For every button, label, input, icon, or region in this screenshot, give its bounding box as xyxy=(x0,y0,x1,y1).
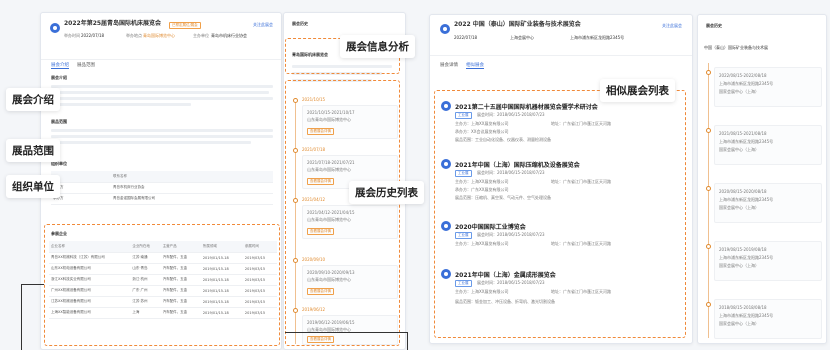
history-subheader: 中国（泰山）国际矿业装备与技术展 xyxy=(704,45,768,50)
history-venue: 上海市浦东新区龙阳路2345号 xyxy=(719,313,774,318)
org-role: 主办方 xyxy=(51,182,111,194)
callout-scope: 展品范围 xyxy=(6,139,60,162)
follow-link[interactable]: 关注此展会 xyxy=(253,22,273,28)
tab-detail[interactable]: 展会详情 xyxy=(440,62,458,68)
exhibition-badge: 已预定展位/展会 xyxy=(169,22,201,29)
tab-scope[interactable]: 展品范围 xyxy=(77,62,95,68)
follow-link[interactable]: 关注此展会 xyxy=(662,23,682,29)
timeline-dot xyxy=(706,244,711,249)
info-value-host: 青岛市机床行业协会 xyxy=(211,33,247,38)
history-time: 2019/08/15-2019/08/18 xyxy=(719,247,767,252)
info-value-time: 2022/07/18 xyxy=(81,33,105,38)
exhibition-title: 2022 中国（泰山）国际矿业装备与技术展览会 xyxy=(454,21,581,28)
timeline-dot xyxy=(706,128,711,133)
org-table: 联系名称 主办方青岛市机床行业协会 承办方青岛金诺国际会展有限公司 xyxy=(51,171,273,205)
connector-line xyxy=(21,284,22,350)
callout-analysis: 展会信息分析 xyxy=(340,35,415,58)
history-venue: 上海市浦东新区龙阳路2345号 xyxy=(719,197,774,202)
history-header: 展会历史 xyxy=(292,21,308,26)
scope-text-line xyxy=(51,129,273,132)
tab-intro[interactable]: 展会介绍 xyxy=(51,62,69,69)
exhibition-title: 2022年第25届青岛国际机床展览会 xyxy=(64,20,162,27)
history-card[interactable]: 2021/08/15-2021/08/18 上海市浦东新区龙阳路2345号 国家… xyxy=(714,125,822,165)
table-row: 主办方青岛市机床行业协会 xyxy=(51,182,273,194)
callout-similar-list: 相似展会列表 xyxy=(600,79,675,102)
intro-text-line xyxy=(51,85,273,88)
callout-intro: 展会介绍 xyxy=(6,88,60,111)
history-hall: 国家会展中心（上海） xyxy=(719,147,759,152)
org-name: 青岛金诺国际会展有限公司 xyxy=(111,193,273,205)
table-row: 承办方 青岛金诺国际会展有限公司 xyxy=(51,193,273,205)
history-card[interactable]: 2019/08/15-2019/08/18 上海市浦东新区龙阳路2345号 国家… xyxy=(714,241,822,281)
highlight-history-list xyxy=(285,80,400,346)
tab-similar[interactable]: 相似展会 xyxy=(466,62,484,69)
info-value-address: 上海市浦东新区龙阳路2345号 xyxy=(570,35,625,40)
timeline-axis xyxy=(708,63,709,338)
history-card[interactable]: 2018/08/15-2018/08/18 上海市浦东新区龙阳路2345号 国家… xyxy=(714,299,822,339)
history-time: 2021/08/15-2021/08/18 xyxy=(719,131,767,136)
history-hall: 国家会展中心（上海） xyxy=(719,321,759,326)
history-hall: 国家会展中心（上海） xyxy=(719,89,759,94)
callout-history-list: 展会历史列表 xyxy=(349,181,424,204)
history-time: 2020/08/15-2020/08/18 xyxy=(719,189,767,194)
connector-line xyxy=(407,332,408,350)
org-role: 承办方 xyxy=(51,193,111,205)
intro-heading: 展会介绍 xyxy=(51,75,67,80)
timeline-dot xyxy=(706,70,711,75)
history-time: 2018/08/15-2018/08/18 xyxy=(719,305,767,310)
connector-line xyxy=(285,332,407,333)
exhibition-logo-icon xyxy=(50,23,60,33)
history-header: 展会历史 xyxy=(706,23,722,28)
history-card[interactable]: 2022/08/15-2022/08/18 上海市浦东新区龙阳路2345号 国家… xyxy=(714,67,822,107)
history-hall: 国家会展中心（上海） xyxy=(719,263,759,268)
history-time: 2022/08/15-2022/08/18 xyxy=(719,73,767,78)
history-card[interactable]: 2020/08/15-2020/08/18 上海市浦东新区龙阳路2345号 国家… xyxy=(714,183,822,223)
info-value-time: 2022/07/18 xyxy=(454,35,478,40)
history-venue: 上海市浦东新区龙阳路2345号 xyxy=(719,81,774,86)
history-venue: 上海市浦东新区龙阳路2345号 xyxy=(719,255,774,260)
exhibition-logo-icon xyxy=(440,24,450,34)
right-history-panel: 展会历史 中国（泰山）国际矿业装备与技术展 2022/08/15-2022/08… xyxy=(697,14,827,344)
info-label-host: 主办单位 xyxy=(193,33,209,38)
info-label-time: 举办时间 xyxy=(64,33,80,38)
scope-heading: 展品范围 xyxy=(51,119,67,124)
scope-text-line xyxy=(51,135,273,138)
info-value-place: 上海会展中心 xyxy=(510,35,534,40)
org-name: 青岛市机床行业协会 xyxy=(111,182,273,194)
highlight-exhibitor-table xyxy=(44,224,280,346)
timeline-dot xyxy=(706,186,711,191)
timeline-dot xyxy=(706,302,711,307)
intro-text-line xyxy=(51,91,269,94)
divider xyxy=(430,55,692,56)
callout-org: 组织单位 xyxy=(6,175,60,198)
intro-text-line xyxy=(51,97,273,100)
history-hall: 国家会展中心（上海） xyxy=(719,205,759,210)
org-col-header: 联系名称 xyxy=(111,171,273,183)
divider xyxy=(41,59,281,60)
history-venue: 上海市浦东新区龙阳路2345号 xyxy=(719,139,774,144)
scope-text-line xyxy=(51,141,251,144)
presentation-canvas: 2022年第25届青岛国际机床展览会 已预定展位/展会 关注此展会 举办时间 2… xyxy=(0,0,830,350)
info-label-place: 举办地点 xyxy=(126,33,142,38)
connector-line xyxy=(21,284,44,285)
highlight-similar-list xyxy=(434,90,686,338)
intro-text-line xyxy=(51,103,191,106)
info-value-place[interactable]: 青岛国际博览中心 xyxy=(143,33,175,39)
